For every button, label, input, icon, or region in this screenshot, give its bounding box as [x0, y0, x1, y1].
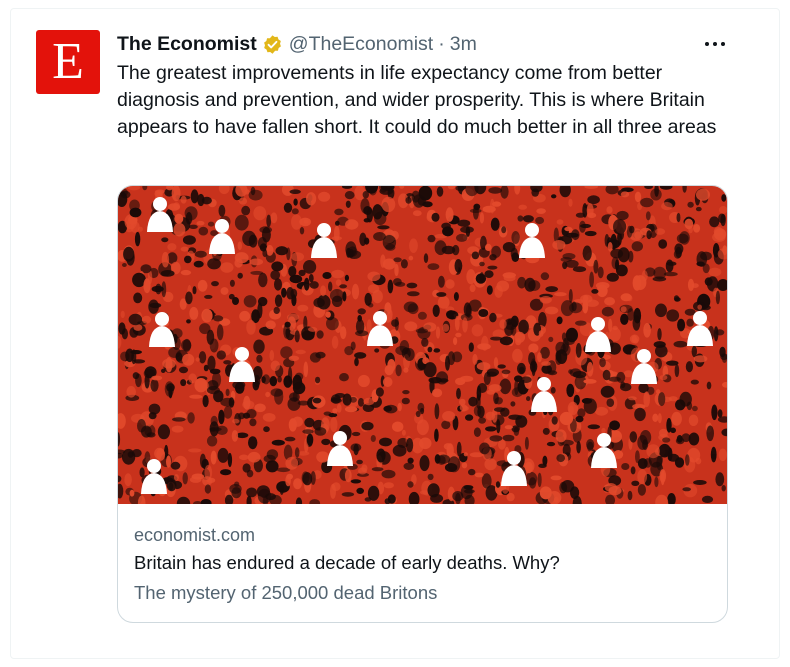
tweet-timestamp[interactable]: 3m: [450, 33, 477, 56]
separator-dot: ·: [438, 32, 445, 55]
card-domain: economist.com: [134, 525, 256, 545]
verified-badge-icon: [262, 34, 283, 55]
avatar[interactable]: E: [36, 30, 100, 94]
tweet-text: The greatest improvements in life expect…: [117, 62, 717, 138]
author-name[interactable]: The Economist: [117, 33, 257, 56]
card-description: The mystery of 250,000 dead Britons: [134, 582, 438, 603]
card-image[interactable]: [118, 186, 727, 504]
avatar-letter: E: [52, 33, 84, 90]
more-options-icon[interactable]: [697, 28, 733, 60]
card-title: Britain has endured a decade of early de…: [134, 552, 560, 573]
author-handle[interactable]: @TheEconomist: [289, 33, 433, 56]
tweet-header: The Economist @TheEconomist · 3m: [117, 31, 477, 57]
link-card[interactable]: economist.com Britain has endured a deca…: [117, 185, 728, 623]
